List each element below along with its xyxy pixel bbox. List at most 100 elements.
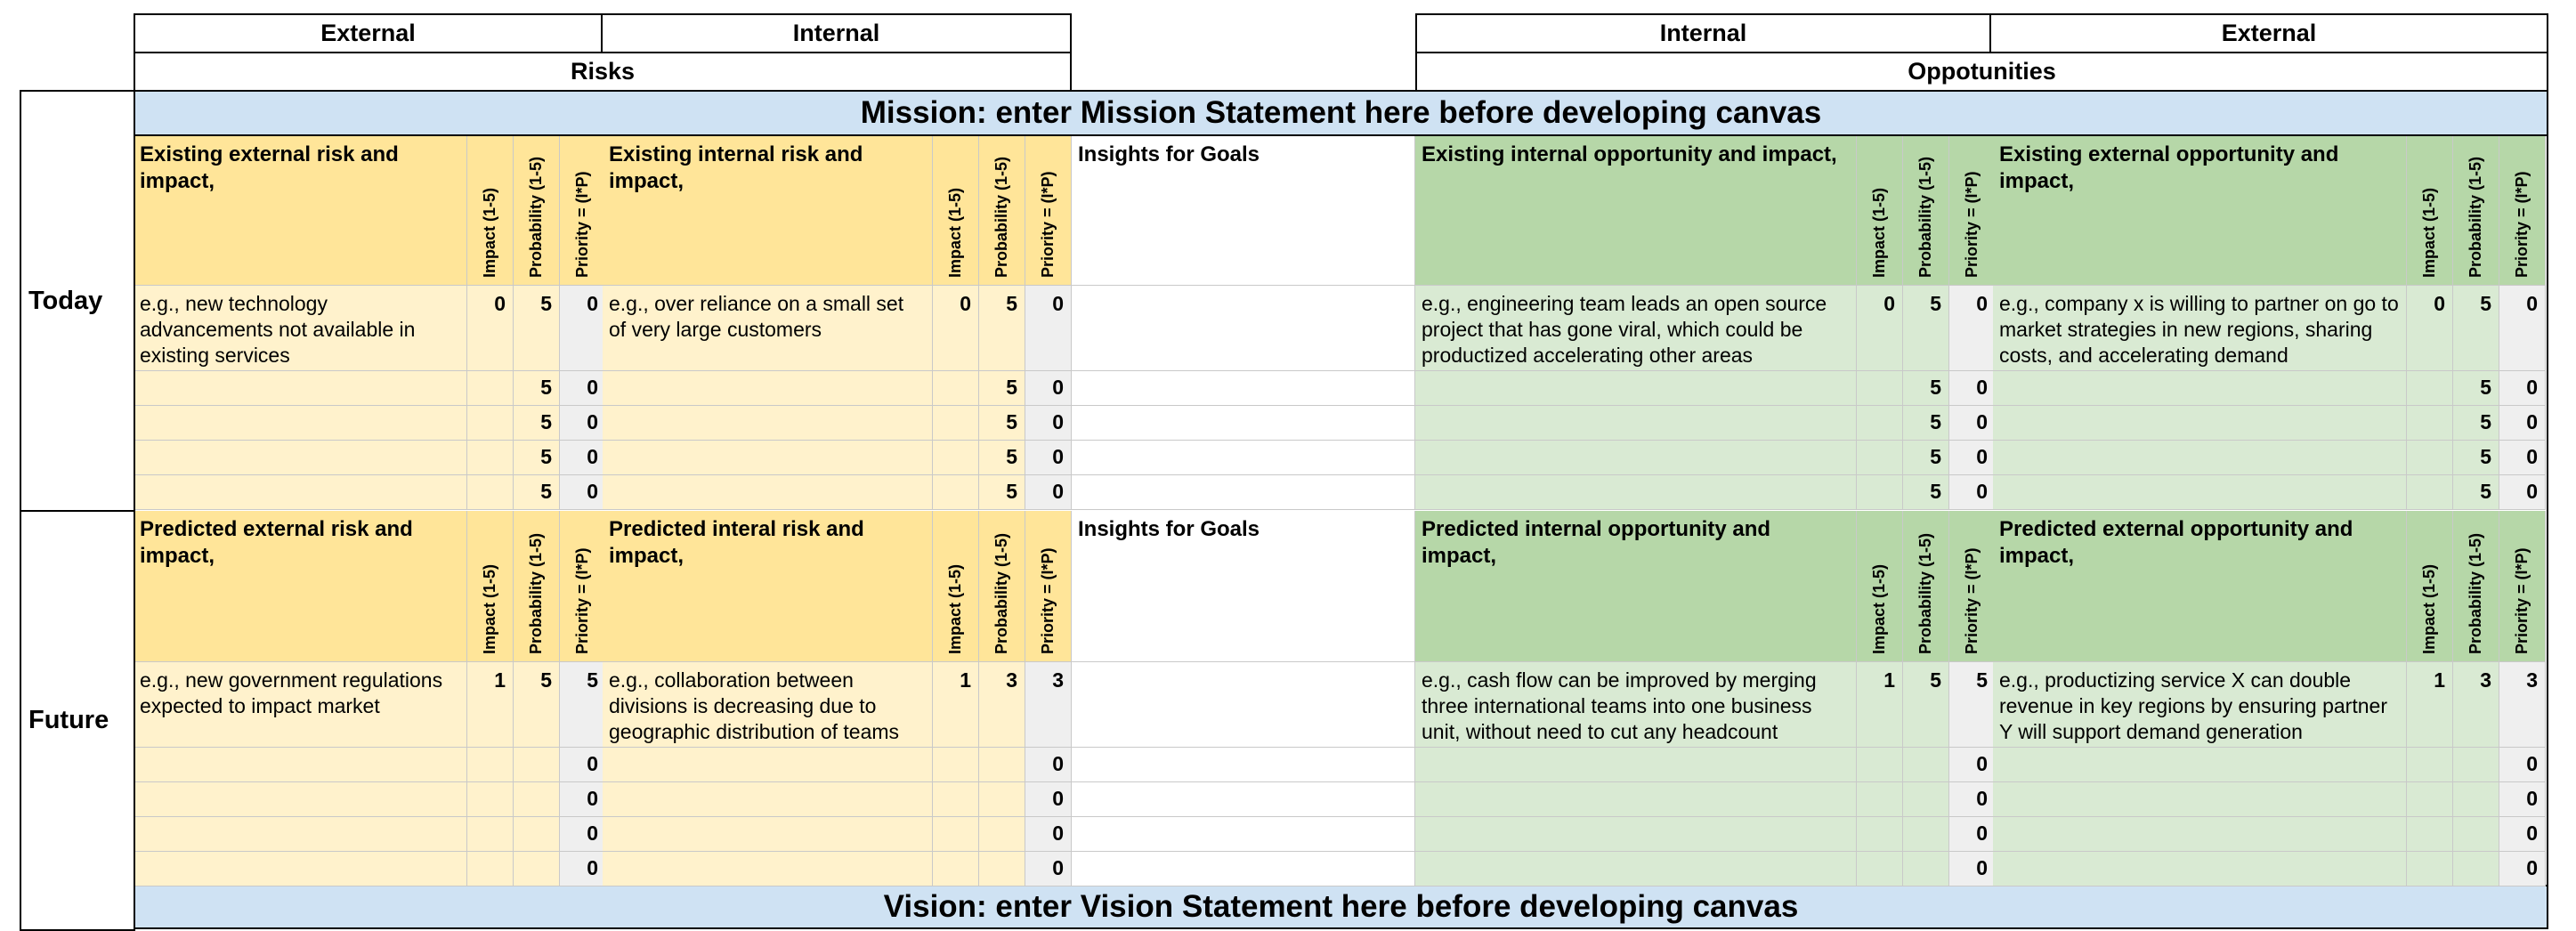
entry-text-cell[interactable] bbox=[1993, 748, 2407, 782]
example-text-cell[interactable]: e.g., engineering team leads an open sou… bbox=[1415, 286, 1857, 371]
probability-value-cell[interactable]: 5 bbox=[1903, 475, 1949, 510]
entry-text-cell[interactable] bbox=[134, 371, 467, 406]
impact-value-cell[interactable]: 0 bbox=[1857, 286, 1903, 371]
impact-value-cell[interactable] bbox=[933, 817, 979, 852]
entry-text-cell[interactable] bbox=[1415, 475, 1857, 510]
impact-value-cell[interactable] bbox=[467, 441, 514, 475]
probability-value-cell[interactable]: 5 bbox=[1903, 286, 1949, 371]
impact-value-cell[interactable] bbox=[933, 852, 979, 886]
probability-value-cell[interactable]: 3 bbox=[979, 662, 1025, 748]
probability-value-cell[interactable] bbox=[2453, 852, 2499, 886]
impact-value-cell[interactable]: 0 bbox=[933, 286, 979, 371]
vision-banner[interactable]: Vision: enter Vision Statement here befo… bbox=[134, 885, 2548, 929]
probability-value-cell[interactable]: 5 bbox=[979, 371, 1025, 406]
entry-text-cell[interactable] bbox=[1415, 406, 1857, 441]
impact-value-cell[interactable] bbox=[467, 475, 514, 510]
entry-text-cell[interactable] bbox=[603, 406, 933, 441]
probability-value-cell[interactable]: 5 bbox=[2453, 441, 2499, 475]
example-text-cell[interactable]: e.g., cash flow can be improved by mergi… bbox=[1415, 662, 1857, 748]
insights-cell[interactable] bbox=[1072, 782, 1415, 817]
probability-value-cell[interactable]: 5 bbox=[514, 475, 560, 510]
impact-value-cell[interactable] bbox=[467, 748, 514, 782]
entry-text-cell[interactable] bbox=[1415, 852, 1857, 886]
impact-value-cell[interactable] bbox=[2407, 782, 2453, 817]
probability-value-cell[interactable]: 5 bbox=[514, 371, 560, 406]
probability-value-cell[interactable]: 5 bbox=[979, 475, 1025, 510]
example-text-cell[interactable]: e.g., new government regulations expecte… bbox=[134, 662, 467, 748]
impact-value-cell[interactable] bbox=[1857, 475, 1903, 510]
example-text-cell[interactable]: e.g., company x is willing to partner on… bbox=[1993, 286, 2407, 371]
probability-value-cell[interactable] bbox=[1903, 748, 1949, 782]
entry-text-cell[interactable] bbox=[603, 782, 933, 817]
impact-value-cell[interactable]: 1 bbox=[467, 662, 514, 748]
impact-value-cell[interactable] bbox=[467, 782, 514, 817]
impact-value-cell[interactable] bbox=[1857, 782, 1903, 817]
entry-text-cell[interactable] bbox=[1993, 441, 2407, 475]
impact-value-cell[interactable] bbox=[2407, 441, 2453, 475]
entry-text-cell[interactable] bbox=[134, 852, 467, 886]
entry-text-cell[interactable] bbox=[1415, 782, 1857, 817]
entry-text-cell[interactable] bbox=[1415, 371, 1857, 406]
impact-value-cell[interactable] bbox=[933, 475, 979, 510]
entry-text-cell[interactable] bbox=[1415, 441, 1857, 475]
entry-text-cell[interactable] bbox=[134, 817, 467, 852]
impact-value-cell[interactable] bbox=[2407, 475, 2453, 510]
impact-value-cell[interactable] bbox=[1857, 748, 1903, 782]
probability-value-cell[interactable] bbox=[2453, 817, 2499, 852]
probability-value-cell[interactable]: 5 bbox=[1903, 406, 1949, 441]
insights-cell[interactable] bbox=[1072, 371, 1415, 406]
probability-value-cell[interactable]: 3 bbox=[2453, 662, 2499, 748]
example-text-cell[interactable]: e.g., collaboration between divisions is… bbox=[603, 662, 933, 748]
probability-value-cell[interactable]: 5 bbox=[979, 406, 1025, 441]
insights-cell[interactable] bbox=[1072, 662, 1415, 748]
probability-value-cell[interactable] bbox=[514, 817, 560, 852]
probability-value-cell[interactable] bbox=[2453, 782, 2499, 817]
probability-value-cell[interactable] bbox=[514, 782, 560, 817]
impact-value-cell[interactable] bbox=[1857, 406, 1903, 441]
impact-value-cell[interactable]: 1 bbox=[1857, 662, 1903, 748]
probability-value-cell[interactable] bbox=[979, 782, 1025, 817]
probability-value-cell[interactable]: 5 bbox=[979, 441, 1025, 475]
entry-text-cell[interactable] bbox=[134, 748, 467, 782]
impact-value-cell[interactable] bbox=[1857, 817, 1903, 852]
impact-value-cell[interactable] bbox=[933, 748, 979, 782]
probability-value-cell[interactable]: 5 bbox=[1903, 441, 1949, 475]
impact-value-cell[interactable] bbox=[2407, 371, 2453, 406]
entry-text-cell[interactable] bbox=[134, 782, 467, 817]
probability-value-cell[interactable]: 5 bbox=[1903, 371, 1949, 406]
probability-value-cell[interactable] bbox=[979, 817, 1025, 852]
entry-text-cell[interactable] bbox=[1993, 782, 2407, 817]
example-text-cell[interactable]: e.g., new technology advancements not av… bbox=[134, 286, 467, 371]
probability-value-cell[interactable]: 5 bbox=[514, 406, 560, 441]
probability-value-cell[interactable]: 5 bbox=[2453, 406, 2499, 441]
probability-value-cell[interactable]: 5 bbox=[2453, 475, 2499, 510]
probability-value-cell[interactable]: 5 bbox=[514, 662, 560, 748]
probability-value-cell[interactable]: 5 bbox=[2453, 286, 2499, 371]
impact-value-cell[interactable] bbox=[933, 441, 979, 475]
probability-value-cell[interactable]: 5 bbox=[514, 286, 560, 371]
insights-cell[interactable] bbox=[1072, 475, 1415, 510]
probability-value-cell[interactable] bbox=[1903, 817, 1949, 852]
impact-value-cell[interactable] bbox=[467, 852, 514, 886]
probability-value-cell[interactable]: 5 bbox=[2453, 371, 2499, 406]
probability-value-cell[interactable] bbox=[514, 748, 560, 782]
entry-text-cell[interactable] bbox=[603, 852, 933, 886]
entry-text-cell[interactable] bbox=[134, 475, 467, 510]
example-text-cell[interactable]: e.g., productizing service X can double … bbox=[1993, 662, 2407, 748]
entry-text-cell[interactable] bbox=[134, 406, 467, 441]
probability-value-cell[interactable] bbox=[979, 748, 1025, 782]
entry-text-cell[interactable] bbox=[603, 371, 933, 406]
impact-value-cell[interactable]: 1 bbox=[933, 662, 979, 748]
impact-value-cell[interactable] bbox=[467, 817, 514, 852]
entry-text-cell[interactable] bbox=[603, 748, 933, 782]
probability-value-cell[interactable] bbox=[1903, 782, 1949, 817]
impact-value-cell[interactable] bbox=[933, 782, 979, 817]
impact-value-cell[interactable] bbox=[2407, 406, 2453, 441]
probability-value-cell[interactable]: 5 bbox=[979, 286, 1025, 371]
entry-text-cell[interactable] bbox=[1993, 852, 2407, 886]
entry-text-cell[interactable] bbox=[1415, 748, 1857, 782]
impact-value-cell[interactable] bbox=[933, 371, 979, 406]
insights-cell[interactable] bbox=[1072, 406, 1415, 441]
entry-text-cell[interactable] bbox=[1993, 475, 2407, 510]
insights-cell[interactable] bbox=[1072, 286, 1415, 371]
